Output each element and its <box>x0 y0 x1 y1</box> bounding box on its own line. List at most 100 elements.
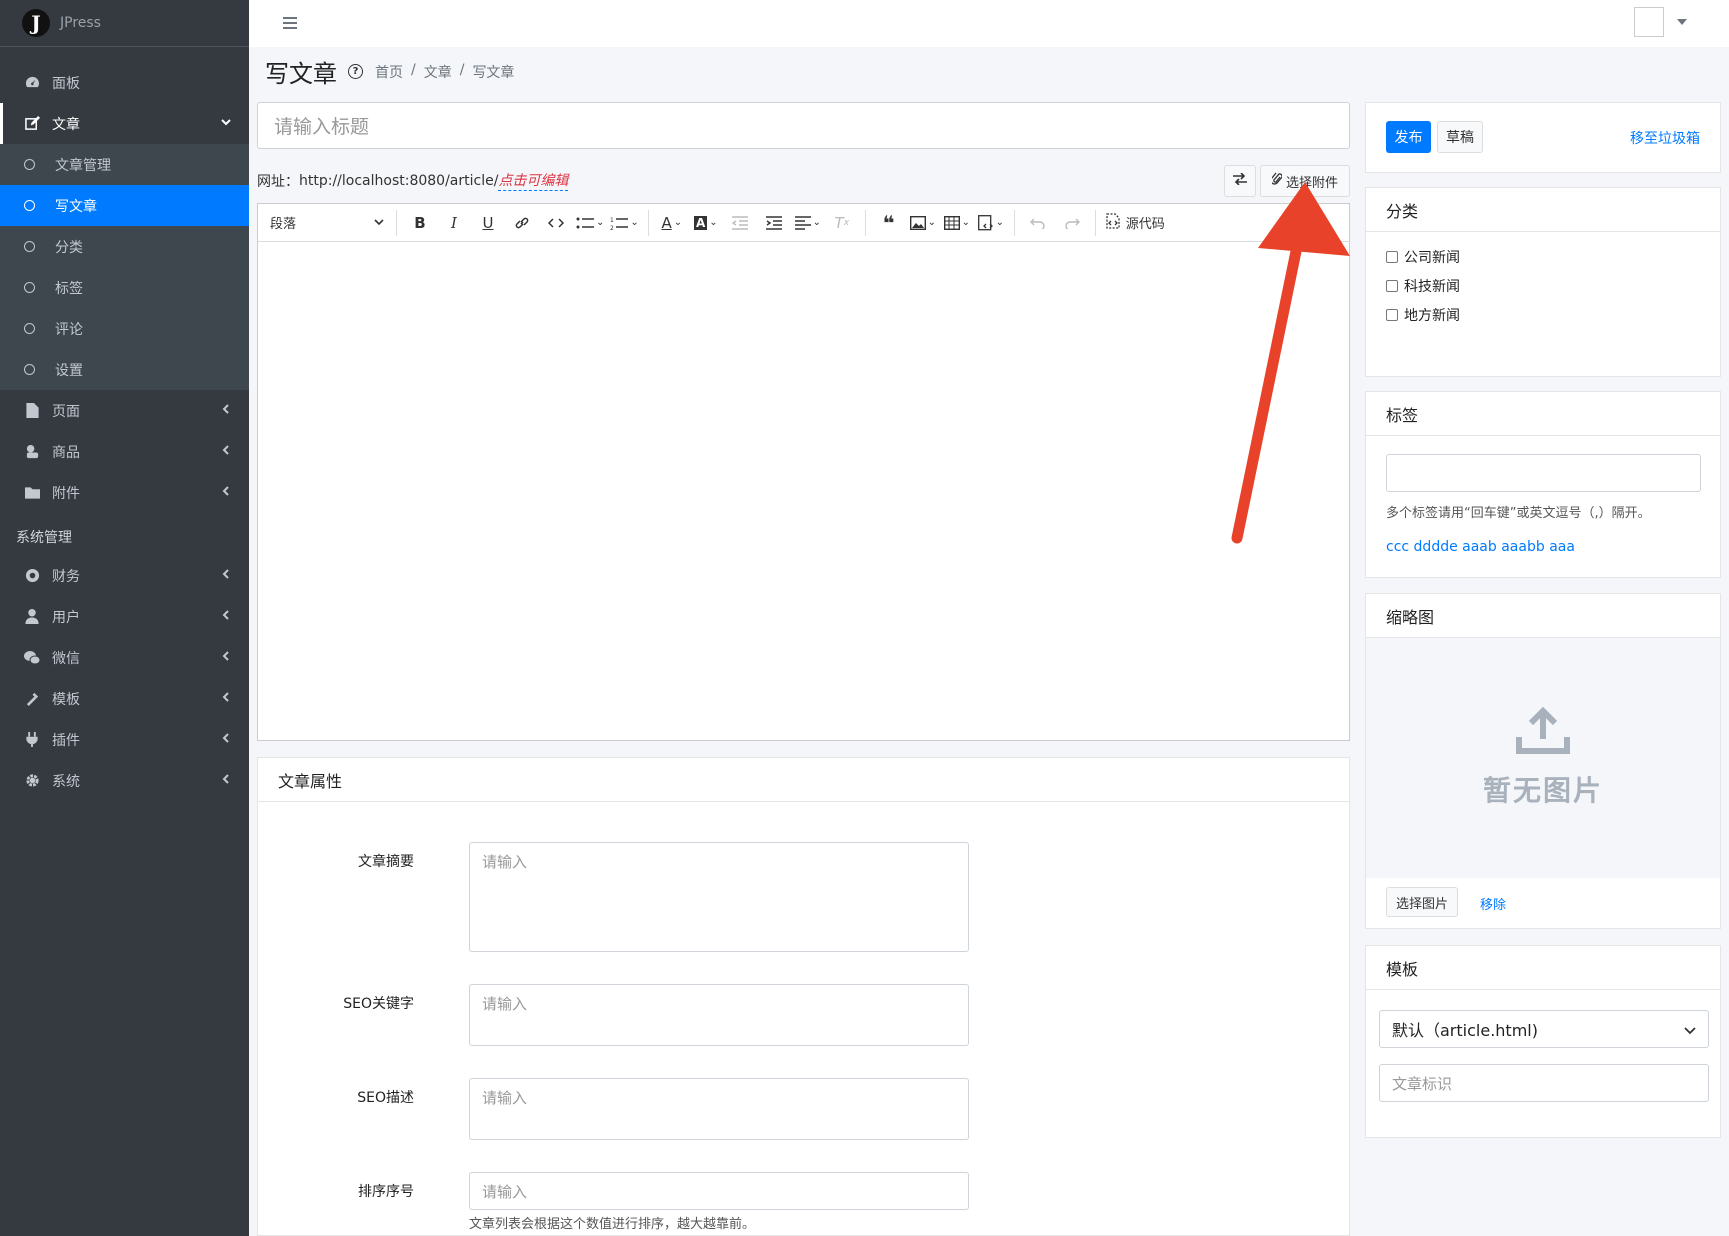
circle-icon <box>24 241 35 252</box>
category-option[interactable]: 地方新闻 <box>1366 300 1720 329</box>
clear-format-icon[interactable]: Tx <box>828 209 856 237</box>
tags-title: 标签 <box>1366 392 1720 436</box>
underline-icon[interactable]: U <box>474 209 502 237</box>
seo-keywords-textarea[interactable]: 请输入 <box>469 984 969 1046</box>
brand[interactable]: J JPress <box>0 0 249 47</box>
checkbox[interactable] <box>1386 308 1398 321</box>
seo-description-placeholder: 请输入 <box>482 1089 528 1107</box>
help-icon[interactable]: ? <box>348 64 363 79</box>
sidebar-item-article[interactable]: 文章 <box>0 103 249 144</box>
highlight-color-icon[interactable]: A ⌄ <box>692 209 720 237</box>
chevron-left-icon <box>219 649 233 663</box>
sidebar-item-label: 模板 <box>52 691 80 708</box>
outdent-icon[interactable] <box>726 209 754 237</box>
caret-down-icon[interactable] <box>1677 19 1687 25</box>
italic-icon[interactable]: I <box>440 209 468 237</box>
template-select[interactable]: 默认（article.html) <box>1379 1010 1709 1048</box>
sidebar-item-label: 插件 <box>52 732 80 749</box>
order-placeholder: 请输入 <box>482 1183 528 1201</box>
code-icon[interactable] <box>542 209 570 237</box>
sidebar-item-template[interactable]: 模板 <box>0 678 249 719</box>
code-block-icon[interactable]: ⌄ <box>977 209 1005 237</box>
order-label: 排序序号 <box>358 1184 414 1200</box>
link-icon[interactable] <box>508 209 536 237</box>
sidebar-subitem-label: 标签 <box>55 280 83 297</box>
sidebar-item-user[interactable]: 用户 <box>0 596 249 637</box>
chevron-left-icon <box>219 402 233 416</box>
sidebar-subitem-label: 设置 <box>55 362 83 379</box>
chevron-left-icon <box>219 567 233 581</box>
image-icon[interactable]: ⌄ <box>909 209 937 237</box>
user-icon <box>24 609 40 625</box>
sidebar-item-system[interactable]: 系统 <box>0 760 249 801</box>
redo-icon[interactable] <box>1058 209 1086 237</box>
article-flag-input[interactable]: 文章标识 <box>1379 1064 1709 1102</box>
checkbox[interactable] <box>1386 279 1398 292</box>
sidebar-subitem-settings[interactable]: 设置 <box>0 349 249 390</box>
url-base: http://localhost:8080/article/ <box>299 172 499 189</box>
remove-image-link[interactable]: 移除 <box>1480 894 1506 913</box>
url-row: 网址： http://localhost:8080/article/ 点击可编辑 <box>257 170 569 191</box>
tags-card: 标签 多个标签请用“回车键”或英文逗号（,）隔开。 ccc dddde aaab… <box>1365 391 1721 578</box>
avatar[interactable] <box>1634 7 1664 37</box>
paragraph-select[interactable]: 段落 <box>270 213 390 232</box>
brand-logo: J <box>22 9 50 37</box>
sidebar-item-attachment[interactable]: 附件 <box>0 472 249 513</box>
bold-icon[interactable]: B <box>406 209 434 237</box>
sidebar-subitem-write-article[interactable]: 写文章 <box>0 185 249 226</box>
breadcrumb-article[interactable]: 文章 <box>424 62 452 82</box>
sidebar-subitem-label: 评论 <box>55 321 83 338</box>
sidebar-item-product[interactable]: 商品 <box>0 431 249 472</box>
chevron-left-icon <box>219 731 233 745</box>
sidebar-subitem-label: 写文章 <box>55 198 97 215</box>
swap-button[interactable] <box>1224 165 1256 197</box>
category-option[interactable]: 科技新闻 <box>1366 271 1720 300</box>
seo-keywords-placeholder: 请输入 <box>482 995 528 1013</box>
move-to-trash-link[interactable]: 移至垃圾箱 <box>1630 128 1700 148</box>
font-color-icon[interactable]: A ⌄ <box>658 209 686 237</box>
breadcrumb-current: 写文章 <box>472 65 515 81</box>
checkbox[interactable] <box>1386 250 1398 263</box>
select-image-button[interactable]: 选择图片 <box>1386 887 1459 917</box>
sidebar-subitem-comment[interactable]: 评论 <box>0 308 249 349</box>
sidebar-subitem-category[interactable]: 分类 <box>0 226 249 267</box>
breadcrumb: 首页 / 文章 / 写文章 <box>375 62 514 82</box>
sidebar-item-wechat[interactable]: 微信 <box>0 637 249 678</box>
sidebar-item-page[interactable]: 页面 <box>0 390 249 431</box>
sidebar-item-label: 用户 <box>52 609 80 626</box>
tag-input[interactable] <box>1386 454 1701 492</box>
url-slug-edit-link[interactable]: 点击可编辑 <box>498 170 569 191</box>
bullet-list-icon[interactable]: ⌄ <box>576 209 604 237</box>
seo-description-textarea[interactable]: 请输入 <box>469 1078 969 1140</box>
breadcrumb-home[interactable]: 首页 <box>375 62 403 82</box>
sidebar-nav: 面板 文章 文章管理 写文章 分类 标签 评论 设置 页面 商品 附件 系统管理… <box>0 47 249 801</box>
indent-icon[interactable] <box>760 209 788 237</box>
sidebar-item-dashboard[interactable]: 面板 <box>0 62 249 103</box>
summary-textarea[interactable]: 请输入 <box>469 842 969 952</box>
numbered-list-icon[interactable]: 1 2 ⌄ <box>610 209 638 237</box>
upload-icon <box>1515 706 1571 759</box>
paragraph-label: 段落 <box>270 217 297 232</box>
draft-button[interactable]: 草稿 <box>1437 121 1483 153</box>
table-icon[interactable]: ⌄ <box>943 209 971 237</box>
align-icon[interactable]: ⌄ <box>794 209 822 237</box>
sidebar-subitem-article-manage[interactable]: 文章管理 <box>0 144 249 185</box>
circle-icon <box>24 282 35 293</box>
summary-placeholder: 请输入 <box>482 853 528 871</box>
category-option[interactable]: 公司新闻 <box>1366 242 1720 271</box>
sidebar-subitem-tag[interactable]: 标签 <box>0 267 249 308</box>
select-attachment-button[interactable]: 选择附件 <box>1260 165 1350 197</box>
sidebar-item-label: 系统 <box>52 773 80 790</box>
suggested-tags[interactable]: ccc dddde aaab aaabb aaa <box>1386 539 1575 555</box>
order-input[interactable]: 请输入 <box>469 1172 969 1210</box>
sidebar-item-finance[interactable]: 财务 <box>0 555 249 596</box>
quote-icon[interactable]: ❝ <box>875 209 903 237</box>
source-code-button[interactable]: 源代码 <box>1105 209 1165 237</box>
title-input[interactable]: 请输入标题 <box>257 102 1350 149</box>
thumbnail-preview: 暂无图片 <box>1366 638 1720 878</box>
undo-icon[interactable] <box>1024 209 1052 237</box>
publish-button[interactable]: 发布 <box>1386 121 1431 153</box>
sidebar-item-plugin[interactable]: 插件 <box>0 719 249 760</box>
sidebar-item-label: 商品 <box>52 444 80 461</box>
menu-toggle-icon[interactable] <box>283 17 297 29</box>
